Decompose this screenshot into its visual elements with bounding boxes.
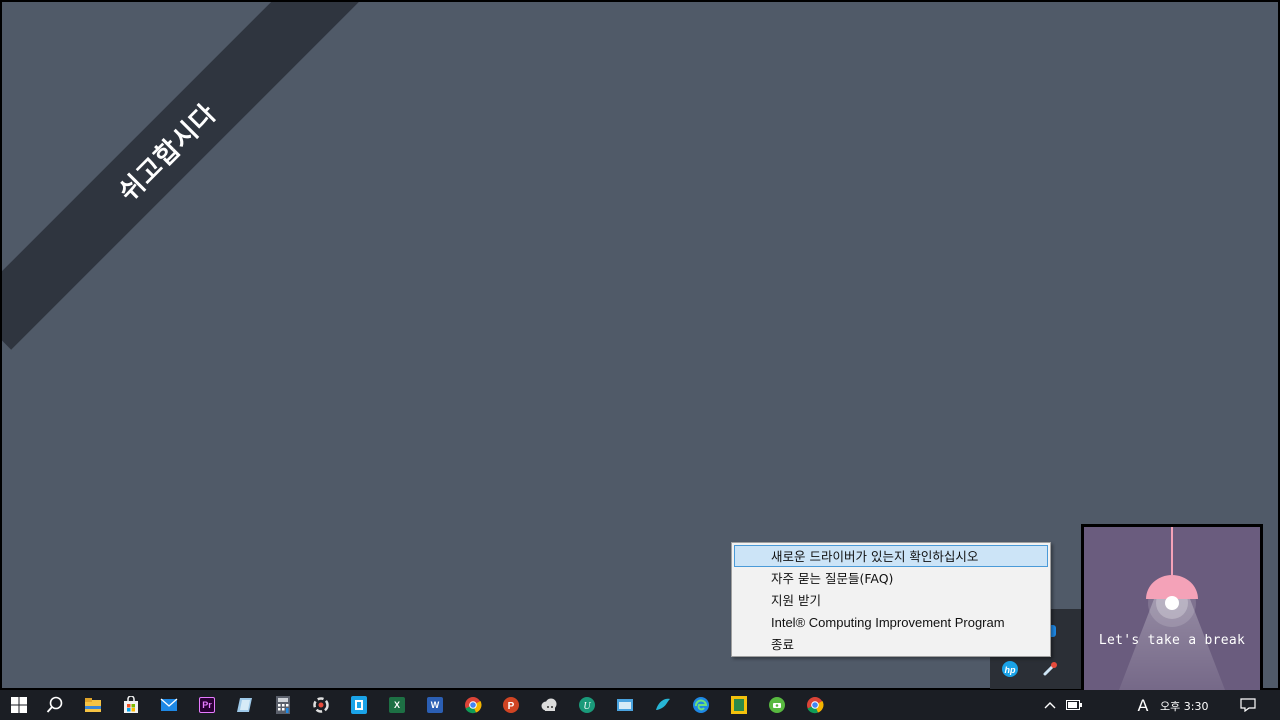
mail-icon	[160, 698, 178, 711]
hp-icon[interactable]: hp	[1000, 659, 1020, 679]
taskbar-excel[interactable]: X	[378, 690, 416, 720]
taskbar-recorder[interactable]	[302, 690, 340, 720]
taskbar-app-green[interactable]	[758, 690, 796, 720]
taskbar-chrome-2[interactable]	[796, 690, 834, 720]
screen: 쉬고합시다 i hp 새로운 드라이버가 있는지 확인하십시오 자주 묻는 질문…	[0, 0, 1280, 720]
menu-item-exit[interactable]: 종료	[734, 633, 1048, 655]
notes-icon	[237, 698, 252, 712]
taskbar-clock[interactable]: 오후 3:30	[1160, 698, 1208, 714]
windows-icon	[11, 697, 27, 713]
hp-support-icon[interactable]	[1040, 659, 1060, 679]
powerpoint-icon: P	[503, 697, 519, 713]
context-menu: 새로운 드라이버가 있는지 확인하십시오 자주 묻는 질문들(FAQ) 지원 받…	[731, 542, 1051, 657]
svg-text:hp: hp	[1005, 665, 1016, 675]
chrome-icon	[465, 697, 482, 714]
premiere-icon: Pr	[199, 697, 215, 713]
taskbar-app-yellow[interactable]	[720, 690, 758, 720]
edge-icon	[693, 697, 709, 713]
recorder-icon	[313, 697, 329, 713]
app-blue-icon	[351, 696, 367, 714]
menu-item-check-drivers[interactable]: 새로운 드라이버가 있는지 확인하십시오	[734, 545, 1048, 567]
taskbar-app-bird[interactable]	[644, 690, 682, 720]
svg-text:P: P	[508, 701, 515, 712]
app-green-icon	[769, 697, 785, 713]
notification-icon	[1240, 698, 1256, 712]
battery-icon	[1066, 700, 1082, 710]
app-bird-icon	[656, 698, 670, 710]
taskbar-store[interactable]	[112, 690, 150, 720]
taskbar-premiere[interactable]: Pr	[188, 690, 226, 720]
store-icon	[124, 696, 138, 713]
chevron-up-icon	[1044, 702, 1056, 709]
search-icon	[46, 696, 63, 713]
app-yellow-icon	[731, 696, 747, 714]
calculator-icon	[276, 696, 290, 714]
taskbar-powerpoint[interactable]: P	[492, 690, 530, 720]
app-cloud-icon	[541, 698, 557, 711]
break-message: Let's take a break	[1098, 633, 1246, 648]
show-hidden-icons-button[interactable]	[1040, 690, 1060, 720]
taskbar-chrome[interactable]	[454, 690, 492, 720]
menu-item-faq[interactable]: 자주 묻는 질문들(FAQ)	[734, 567, 1048, 589]
chrome-icon	[807, 697, 824, 714]
lamp-illustration	[1114, 527, 1230, 703]
svg-text:U: U	[583, 701, 591, 712]
file-explorer-icon	[85, 698, 101, 712]
taskbar-app-window[interactable]	[606, 690, 644, 720]
break-ribbon: 쉬고합시다	[2, 2, 365, 350]
taskbar-app-u[interactable]: U	[568, 690, 606, 720]
taskbar-word[interactable]: W	[416, 690, 454, 720]
action-center-button[interactable]	[1238, 690, 1258, 720]
ime-indicator[interactable]: A	[1134, 690, 1152, 720]
ribbon-text: 쉬고합시다	[113, 98, 223, 208]
taskbar-app-cloud[interactable]	[530, 690, 568, 720]
taskbar-notes[interactable]	[226, 690, 264, 720]
taskbar-edge[interactable]	[682, 690, 720, 720]
break-popup[interactable]: Let's take a break	[1081, 524, 1263, 706]
app-u-icon: U	[579, 697, 595, 713]
excel-icon: X	[389, 697, 405, 713]
taskbar-file-explorer[interactable]	[74, 690, 112, 720]
menu-item-intel-program[interactable]: Intel® Computing Improvement Program	[734, 611, 1048, 633]
menu-item-get-support[interactable]: 지원 받기	[734, 589, 1048, 611]
word-icon: W	[427, 697, 443, 713]
taskbar-mail[interactable]	[150, 690, 188, 720]
taskbar-calculator[interactable]	[264, 690, 302, 720]
search-button[interactable]	[36, 690, 74, 720]
battery-status[interactable]	[1064, 690, 1084, 720]
start-button[interactable]	[0, 690, 38, 720]
break-scene: Let's take a break	[1084, 527, 1260, 703]
app-window-icon	[617, 699, 633, 711]
taskbar: Pr X W P U A 오후 3:30	[0, 690, 1280, 720]
taskbar-app-blue[interactable]	[340, 690, 378, 720]
